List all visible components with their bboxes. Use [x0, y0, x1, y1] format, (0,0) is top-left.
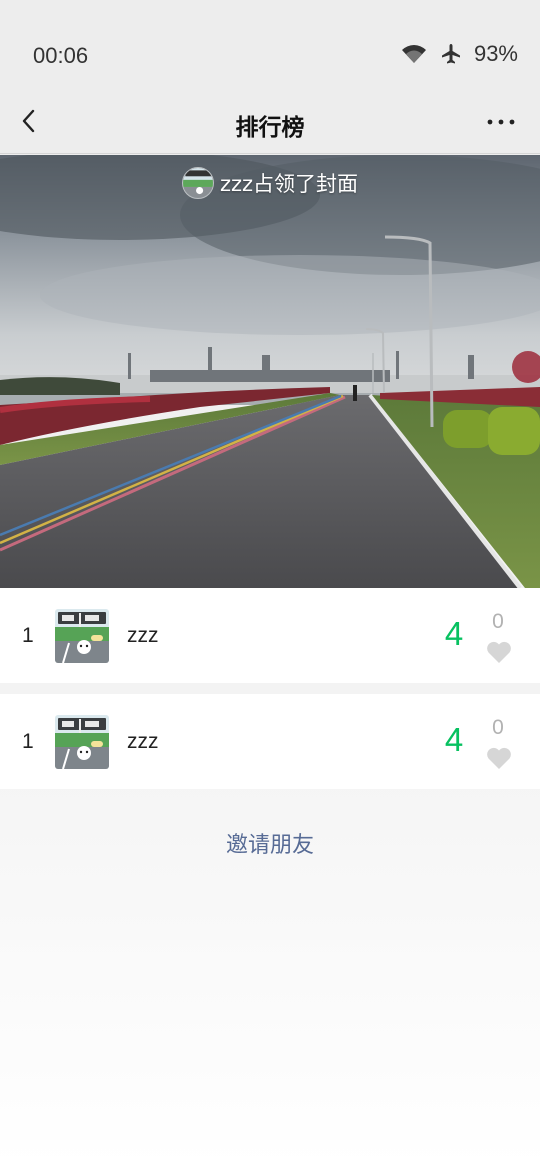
heart-icon[interactable]: [486, 640, 512, 664]
step-count: 4: [444, 615, 464, 652]
user-name: zzz: [127, 624, 159, 647]
user-name: zzz: [127, 730, 159, 753]
step-count: 4: [444, 721, 464, 758]
status-bar: 00:06 93%: [0, 0, 540, 92]
invite-friends-link[interactable]: 邀请朋友: [0, 827, 540, 859]
more-icon[interactable]: [486, 110, 516, 134]
battery-text: 93%: [473, 41, 518, 66]
cover-image[interactable]: zzz占领了封面: [0, 155, 540, 588]
cover-caption-text: zzz占领了封面: [219, 172, 359, 196]
like-count: 0: [492, 610, 504, 633]
like-count: 0: [492, 716, 504, 739]
ranking-row[interactable]: 1 zzz 4 0: [0, 588, 540, 683]
airplane-icon: [440, 43, 462, 65]
page-title: 排行榜: [235, 115, 305, 141]
heart-icon[interactable]: [486, 746, 512, 770]
status-icons: 93%: [400, 41, 518, 67]
status-time: 00:06: [33, 43, 89, 68]
ranking-row[interactable]: 1 zzz 4 0: [0, 694, 540, 789]
rank-number: 1: [22, 730, 34, 753]
avatar: [181, 167, 214, 199]
avatar[interactable]: [55, 609, 109, 663]
road-landscape-image: [0, 155, 540, 588]
cover-caption: zzz占领了封面: [0, 167, 540, 199]
rank-number: 1: [22, 624, 34, 647]
wifi-icon: [400, 43, 428, 65]
avatar[interactable]: [55, 715, 109, 769]
nav-bar: 排行榜: [0, 92, 540, 154]
